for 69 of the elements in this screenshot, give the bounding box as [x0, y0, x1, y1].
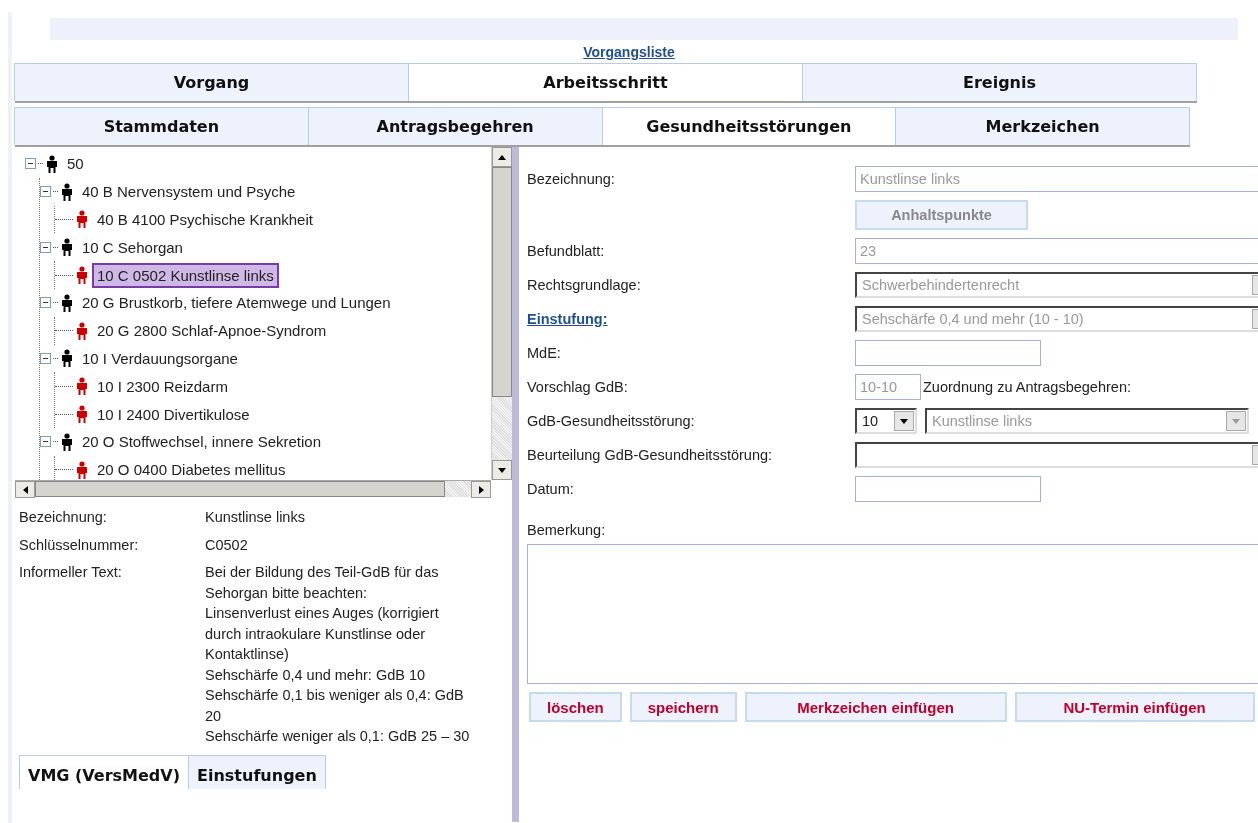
- dropdown[interactable]: [855, 442, 1258, 468]
- action-button[interactable]: NU-Termin einfügen: [1014, 692, 1255, 722]
- field-label: Bezeichnung:: [19, 508, 108, 527]
- field-label: Datum:: [527, 481, 575, 497]
- tree-item[interactable]: 20 O Stoffwechsel, innere Sekretion: [77, 429, 327, 455]
- field-label: GdB-Gesundheitsstörung:: [527, 413, 696, 429]
- tree-item[interactable]: 10 I 2400 Divertikulose: [92, 401, 255, 427]
- tree-item[interactable]: 20 O 0400 Diabetes mellitus: [92, 457, 291, 480]
- horizontal-scrollbar[interactable]: [15, 480, 491, 497]
- collapse-toggle-icon[interactable]: [40, 436, 51, 448]
- action-button[interactable]: Merkzeichen einfügen: [744, 692, 1007, 722]
- scroll-right-button[interactable]: [471, 481, 491, 498]
- tab[interactable]: Ereignis: [802, 63, 1197, 101]
- tab[interactable]: Merkzeichen: [895, 107, 1190, 145]
- field-value: C0502: [205, 535, 249, 555]
- scroll-thumb[interactable]: [35, 481, 445, 497]
- tree-item[interactable]: 20 G Brustkorb, tiefere Atemwege und Lungen: [77, 290, 396, 316]
- arrow-up-icon: [498, 154, 506, 160]
- scroll-left-button[interactable]: [15, 481, 35, 498]
- vertical-scrollbar[interactable]: [491, 147, 512, 480]
- arrow-down-icon: [1232, 418, 1240, 424]
- tree-item[interactable]: 10 I Verdauungsorgane: [77, 345, 243, 371]
- arrow-right-icon: [478, 485, 484, 494]
- tree-item[interactable]: 10 I 2300 Reizdarm: [92, 373, 233, 399]
- tree-item[interactable]: 20 G 2800 Schlaf-Apnoe-Syndrom: [92, 318, 332, 344]
- tab[interactable]: Einstufungen: [188, 754, 326, 789]
- collapse-toggle-icon[interactable]: [40, 241, 51, 253]
- arrow-down-icon: [498, 467, 506, 473]
- field-label: Rechtsgrundlage:: [527, 277, 642, 293]
- scroll-thumb[interactable]: [492, 167, 512, 397]
- tab[interactable]: Vorgang: [14, 63, 409, 101]
- collapse-toggle-icon[interactable]: [40, 297, 51, 309]
- collapse-toggle-icon[interactable]: [25, 158, 36, 170]
- field-label: Beurteilung GdB-Gesundheitsstörung:: [527, 447, 774, 463]
- action-button[interactable]: speichern: [629, 692, 737, 722]
- dropdown[interactable]: 10: [855, 408, 917, 434]
- tab[interactable]: VMG (VersMedV): [19, 754, 189, 789]
- arrow-left-icon: [22, 485, 28, 494]
- collapse-toggle-icon[interactable]: [40, 352, 51, 364]
- action-button[interactable]: löschen: [529, 692, 622, 722]
- tree-item[interactable]: 40 B Nervensystem und Psyche: [77, 179, 301, 205]
- field-label: Informeller Text:: [19, 563, 123, 582]
- scroll-up-button[interactable]: [492, 147, 512, 167]
- field-label: Befundblatt:: [527, 243, 606, 259]
- input-field[interactable]: [855, 476, 1041, 502]
- field-label: Bemerkung:: [527, 522, 607, 538]
- tree-item[interactable]: 10 C Sehorgan: [77, 234, 188, 260]
- field-value: Linsenverlust eines Auges (korrigiert durch intraokulare Kunstlinse oder Kontaktlinse): [205, 604, 440, 664]
- field-label: Vorschlag GdB:: [527, 379, 629, 395]
- field-label: Schlüsselnummer:: [19, 535, 140, 555]
- field-value: Bei der Bildung des Teil-GdB für das Sehorgan bitte beachten:: [205, 563, 440, 603]
- collapse-toggle-icon[interactable]: [40, 186, 51, 198]
- field-value: Sehschärfe weniger als 0,1: GdB 25 – 30: [205, 727, 471, 746]
- field-label: Zuordnung zu Antragsbegehren:: [923, 379, 1131, 395]
- field-label: Bezeichnung:: [527, 171, 616, 187]
- tab[interactable]: Antragsbegehren: [307, 107, 603, 145]
- field-value: Sehschärfe 0,1 bis weniger als 0,4: GdB 20: [205, 686, 465, 726]
- tree-item[interactable]: 10 C 0502 Kunstlinse links: [92, 262, 279, 288]
- field-value: Sehschärfe 0,4 und mehr: GdB 10: [205, 665, 427, 685]
- tree-item[interactable]: 50: [62, 151, 89, 177]
- input-field[interactable]: [855, 340, 1041, 366]
- arrow-down-icon: [900, 418, 908, 424]
- field-value: Kunstlinse links: [205, 508, 306, 527]
- tree-item[interactable]: 40 B 4100 Psychische Krankheit: [92, 207, 318, 232]
- remark-field[interactable]: [527, 544, 1258, 684]
- vorgangsliste-link[interactable]: Vorgangsliste: [0, 44, 1258, 60]
- scroll-down-button[interactable]: [492, 460, 512, 480]
- tab[interactable]: Stammdaten: [14, 107, 309, 145]
- field-label: MdE:: [527, 345, 562, 361]
